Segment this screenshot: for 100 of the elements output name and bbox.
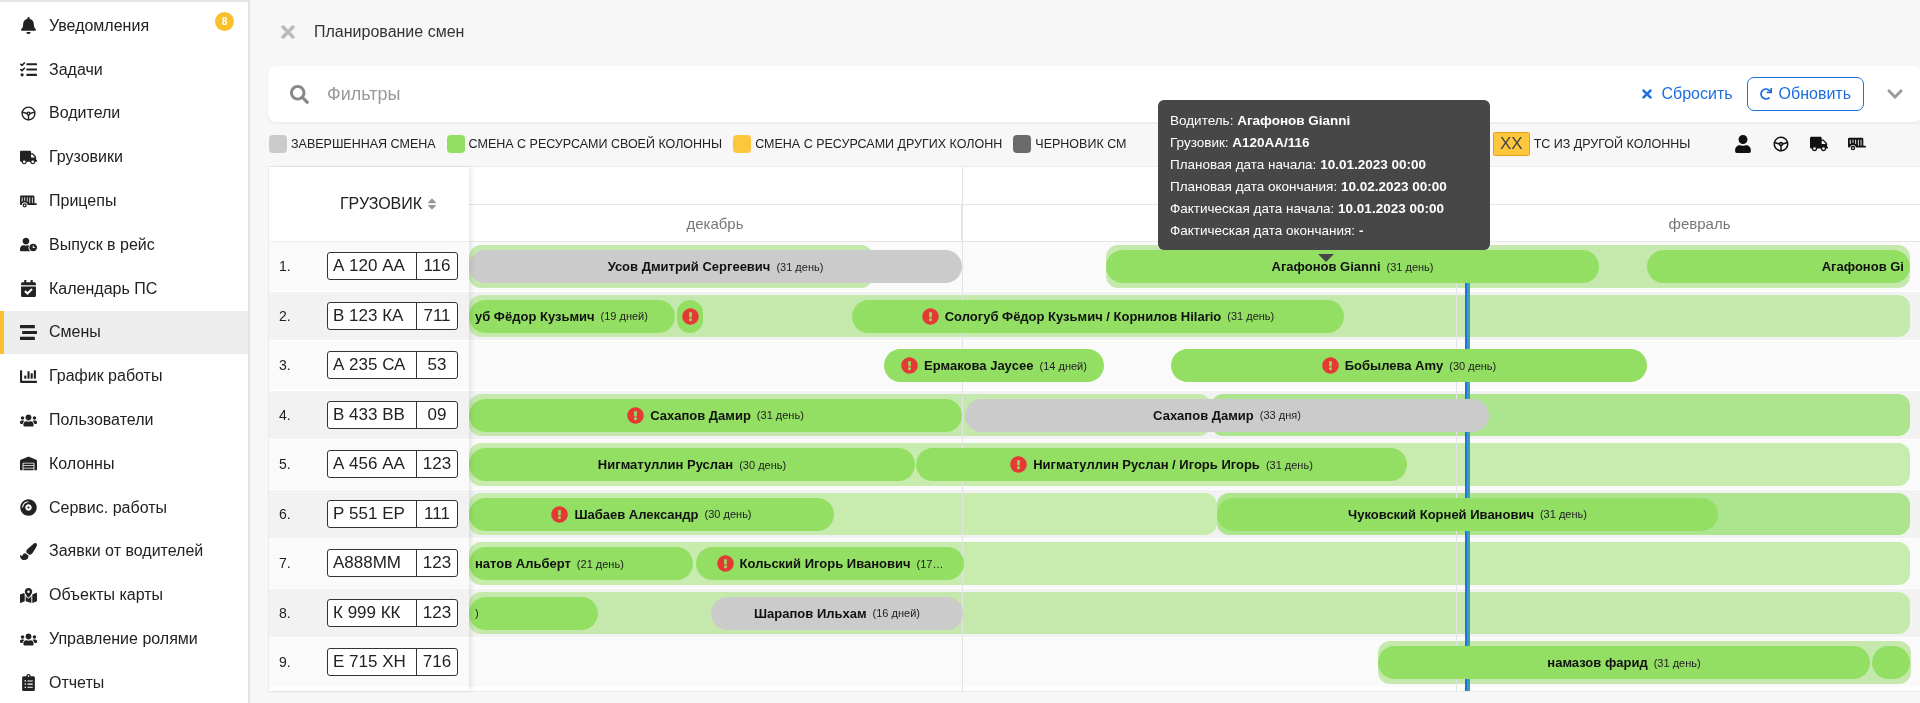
shift-bar[interactable]: Чуковский Корней Иванович (31 день) (1217, 497, 1718, 531)
filter-input[interactable]: Фильтры (325, 82, 1627, 106)
row-number: 7. (279, 555, 292, 572)
truck-icon[interactable] (1810, 135, 1829, 153)
shift-duration: (31 день) (1227, 310, 1275, 322)
shift-bar[interactable]: уб Фёдор Кузьмич (19 дней) (469, 299, 675, 333)
sidebar-item[interactable]: Колонны (0, 441, 248, 486)
shift-bar[interactable]: Усов Дмитрий Сергеевич (31 день) (469, 250, 962, 283)
shift-bar[interactable]: Шабаев Александр (30 день) (469, 497, 834, 531)
bell-icon (20, 17, 37, 35)
alert-icon (921, 307, 939, 325)
shift-bar[interactable]: ) (469, 596, 598, 630)
shift-duration: (16 дней) (872, 607, 920, 619)
license-plate: Р 551 ЕР 111 (327, 499, 458, 528)
shift-bar[interactable]: Шарапов Ильхам (16 дней) (711, 596, 963, 630)
tooltip-line: Плановая дата окончания: 10.02.2023 00:00 (1170, 178, 1448, 196)
row-number: 3. (279, 357, 292, 374)
tooltip-arrow (1318, 254, 1334, 262)
sidebar-item[interactable]: Грузовики (0, 135, 248, 180)
tooltip-line: Грузовик: А120АА/116 (1170, 134, 1311, 152)
user-icon[interactable] (1734, 135, 1753, 153)
sidebar-item[interactable]: Уведомления 8 (0, 4, 248, 48)
license-plate: А 456 АА 123 (327, 450, 458, 479)
sidebar-item[interactable]: Смены (0, 310, 248, 355)
alert-icon (627, 406, 645, 424)
sidebar-item[interactable]: График работы (0, 354, 248, 399)
tooltip-line: Фактическая дата начала: 10.01.2023 00:00 (1170, 200, 1445, 218)
row-number: 6. (279, 505, 292, 522)
user-clock-icon (20, 236, 37, 254)
driver-name: Чуковский Корней Иванович (1348, 506, 1534, 522)
sidebar-item[interactable]: Заявки от водителей (0, 529, 248, 574)
calendar-check-icon (20, 280, 37, 298)
shift-duration: (30 день) (704, 508, 752, 520)
shift-bar[interactable]: Агафонов Gi (1647, 250, 1910, 283)
sidebar-item[interactable]: Сервис. работы (0, 485, 248, 530)
license-plate: К 999 КК 123 (327, 598, 458, 627)
sidebar-item[interactable]: Отчеты (0, 660, 248, 703)
trailer-icon[interactable] (1848, 135, 1867, 153)
shift-duration: (31 день) (756, 409, 804, 421)
shift-duration: (31 день) (776, 260, 824, 273)
page-title: Планирование смен (314, 23, 465, 41)
alert-icon (681, 307, 699, 325)
driver-name: Сахапов Дамир (650, 407, 751, 423)
alert-icon (716, 555, 734, 572)
sidebar-item[interactable]: Управление ролями (0, 617, 248, 661)
sort-icon[interactable] (426, 197, 439, 211)
shift-bar[interactable]: Бобылева Amy (30 день) (1171, 349, 1647, 382)
shift-bar[interactable]: намазов фарид (31 день) (1378, 646, 1870, 679)
shift-duration: (17… (916, 557, 944, 570)
license-plate: А 235 СА 53 (327, 351, 458, 380)
license-plate: В 433 ВВ 09 (327, 400, 458, 429)
license-plate: А888ММ 123 (327, 549, 458, 578)
sidebar-item[interactable]: Водители (0, 91, 248, 136)
shift-duration: (30 день) (1449, 359, 1497, 372)
row-number: 1. (279, 258, 292, 275)
close-icon[interactable] (278, 22, 298, 42)
shift-bar[interactable]: натов Альберт (21 день) (469, 547, 693, 580)
shift-duration: ) (475, 607, 479, 619)
steering-wheel-icon (20, 105, 37, 122)
driver-name: уб Фёдор Кузьмич (475, 308, 595, 324)
truck-icon (20, 148, 37, 166)
column-header[interactable]: ГРУЗОВИК (339, 195, 423, 213)
bar-chart-icon (20, 367, 37, 385)
brush-icon (20, 542, 37, 560)
driver-name: Сахапов Дамир (1153, 407, 1254, 423)
row-number: 2. (279, 307, 292, 324)
shift-bar[interactable]: Нигматуллин Руслан / Игорь Игорь (31 день) (916, 448, 1407, 481)
steering-wheel-icon[interactable] (1772, 135, 1791, 153)
checklist-icon (20, 61, 37, 79)
driver-name: Нигматуллин Руслан (597, 457, 734, 472)
sidebar-item[interactable]: Пользователи (0, 398, 248, 442)
alert-icon (1010, 456, 1028, 473)
shift-bar[interactable]: Нигматуллин Руслан (30 день) (469, 448, 915, 481)
shift-bar[interactable]: Агафонов Gianni (31 день) (1106, 250, 1599, 283)
search-icon (290, 84, 309, 104)
shift-bar[interactable]: Сахапов Дамир (31 день) (469, 398, 962, 432)
sidebar-item[interactable]: Прицепы (0, 179, 248, 223)
driver-name: натов Альберт (475, 556, 571, 571)
map-marker-icon (20, 586, 37, 604)
sidebar-item[interactable]: Выпуск в рейс (0, 223, 248, 267)
legend-label: ЧЕРНОВИК СМ (1035, 137, 1127, 151)
row-number: 5. (279, 456, 292, 473)
row-number: 8. (279, 604, 292, 621)
shift-bar[interactable]: Сахапов Дамир (33 дня) (965, 398, 1489, 432)
sidebar-item[interactable]: Задачи (0, 47, 248, 92)
shift-duration: (31 день) (1539, 508, 1587, 520)
sidebar-item[interactable]: Календарь ПС (0, 266, 248, 311)
sidebar-item[interactable]: Объекты карты (0, 573, 248, 618)
alert-icon (901, 357, 919, 374)
month-label: декабрь (686, 214, 744, 232)
reset-link[interactable]: Сбросить (1640, 85, 1733, 103)
row-number: 4. (279, 406, 292, 423)
shift-duration: (31 день) (1653, 656, 1701, 669)
shift-bar[interactable]: Ермакова Jaycee (14 дней) (884, 349, 1104, 382)
shift-bar[interactable]: Сологуб Фёдор Кузьмич / Корнилов Hilario (31 день) (852, 299, 1344, 333)
refresh-button[interactable]: Обновить (1746, 77, 1864, 111)
driver-name: намазов фарид (1547, 655, 1648, 670)
driver-name: Шарапов Ильхам (754, 605, 867, 621)
shift-bar[interactable]: Кольский Игорь Иванович (17… (696, 547, 964, 580)
driver-name: Шабаев Александр (574, 506, 699, 522)
